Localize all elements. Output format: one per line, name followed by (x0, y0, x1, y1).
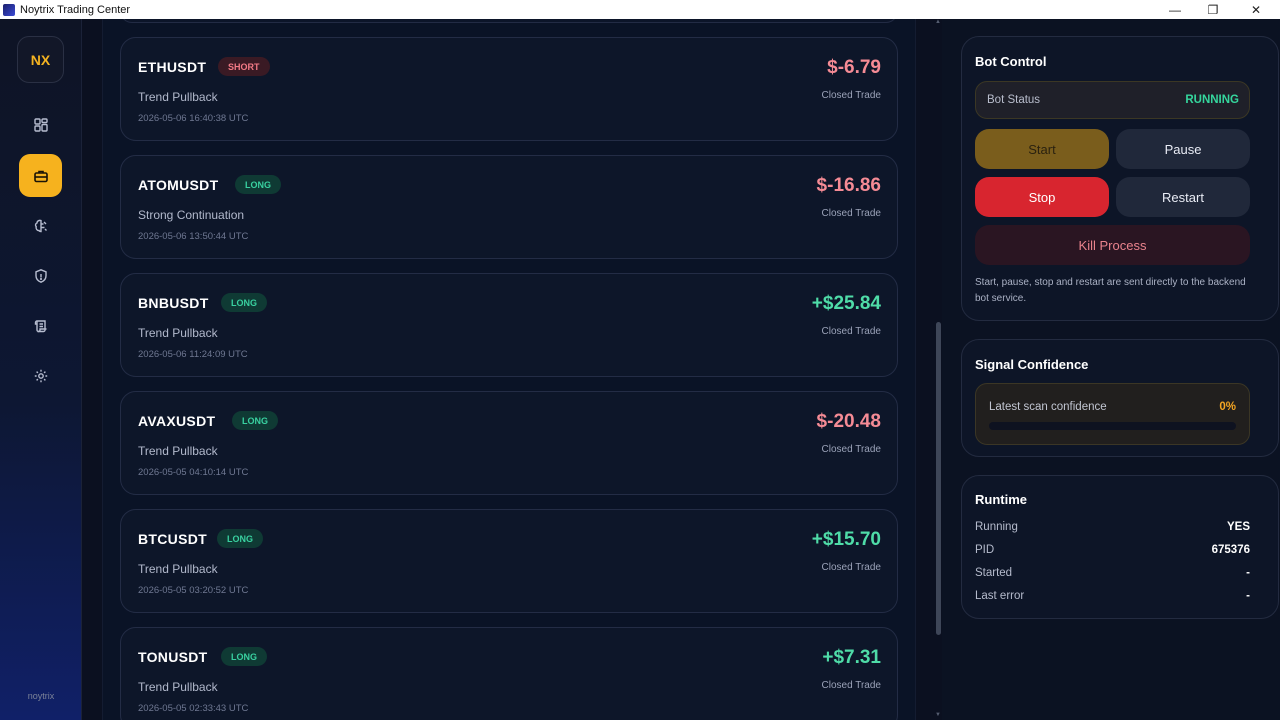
restore-button[interactable]: ❐ (1194, 0, 1232, 19)
title-bar: Noytrix Trading Center — ❐ ✕ (0, 0, 1280, 19)
trade-list[interactable]: ETHUSDT SHORT Trend Pullback 2026-05-06 … (102, 19, 916, 720)
runtime-key: PID (975, 544, 995, 556)
gear-icon (34, 369, 47, 382)
trade-pnl: $-6.79 (827, 57, 881, 78)
shield-icon (34, 268, 47, 283)
bot-control-card: Bot Control Bot Status RUNNING Start Pau… (961, 36, 1279, 321)
brand-footer: noytrix (27, 691, 55, 701)
nav-settings[interactable] (19, 354, 62, 397)
trade-card[interactable]: ATOMUSDT LONG Strong Continuation 2026-0… (120, 155, 898, 259)
side-badge: SHORT (218, 57, 270, 76)
nav-logs[interactable] (19, 304, 62, 347)
runtime-value: - (1246, 590, 1250, 602)
side-badge: LONG (221, 293, 267, 312)
trade-card[interactable]: ETHUSDT SHORT Trend Pullback 2026-05-06 … (120, 37, 898, 141)
trade-status: Closed Trade (821, 208, 881, 219)
trade-card[interactable]: AVAXUSDT LONG Trend Pullback 2026-05-05 … (120, 391, 898, 495)
trade-pnl: +$15.70 (811, 529, 881, 550)
trade-pnl: $-16.86 (816, 175, 881, 196)
trade-strategy: Trend Pullback (138, 90, 218, 104)
stop-button[interactable]: Stop (975, 177, 1109, 217)
runtime-value: - (1246, 567, 1250, 579)
trade-timestamp: 2026-05-05 02:33:43 UTC (138, 703, 249, 714)
grid-icon (33, 117, 48, 132)
trade-status: Closed Trade (821, 562, 881, 573)
trade-timestamp: 2026-05-05 03:20:52 UTC (138, 585, 249, 596)
right-panel: Bot Control Bot Status RUNNING Start Pau… (942, 19, 1280, 720)
briefcase-icon (33, 170, 48, 182)
trade-timestamp: 2026-05-05 04:10:14 UTC (138, 467, 249, 478)
pause-button[interactable]: Pause (1116, 129, 1250, 169)
nav-dashboard[interactable] (19, 103, 62, 146)
sidebar: NX noytrix (0, 19, 82, 720)
trade-card[interactable]: BTCUSDT LONG Trend Pullback 2026-05-05 0… (120, 509, 898, 613)
scroll-down-arrow[interactable]: ▼ (935, 712, 942, 719)
trade-pnl: +$25.84 (811, 293, 881, 314)
trade-pnl: +$7.31 (822, 647, 881, 668)
trade-strategy: Trend Pullback (138, 444, 218, 458)
trade-symbol: BNBUSDT (138, 295, 209, 311)
side-badge: LONG (221, 647, 267, 666)
nav-strategy[interactable] (19, 204, 62, 247)
runtime-value: YES (1226, 521, 1250, 533)
bot-status-label: Bot Status (987, 94, 1041, 106)
trade-timestamp: 2026-05-06 11:24:09 UTC (138, 349, 248, 360)
runtime-key: Running (975, 521, 1018, 533)
signal-confidence-card: Signal Confidence Latest scan confidence… (961, 339, 1279, 457)
side-badge: LONG (232, 411, 278, 430)
confidence-value: 0% (1219, 401, 1236, 413)
window-title: Noytrix Trading Center (20, 3, 131, 16)
brain-icon (34, 219, 47, 232)
trade-symbol: BTCUSDT (138, 531, 207, 547)
bot-control-title: Bot Control (975, 54, 1047, 69)
trade-symbol: ETHUSDT (138, 59, 207, 75)
runtime-title: Runtime (975, 492, 1027, 507)
scroll-up-arrow[interactable]: ▲ (935, 19, 942, 26)
trade-strategy: Trend Pullback (138, 680, 218, 694)
side-badge: LONG (217, 529, 263, 548)
runtime-key: Last error (975, 590, 1025, 602)
trade-timestamp: 2026-05-06 13:50:44 UTC (138, 231, 249, 242)
trade-card-partial (120, 19, 898, 23)
confidence-bar (989, 422, 1236, 430)
scroll-icon (34, 319, 46, 332)
bot-status-value: RUNNING (1185, 94, 1239, 106)
trade-card[interactable]: BNBUSDT LONG Trend Pullback 2026-05-06 1… (120, 273, 898, 377)
restart-button[interactable]: Restart (1116, 177, 1250, 217)
trade-symbol: AVAXUSDT (138, 413, 216, 429)
runtime-value: 675376 (1211, 544, 1250, 556)
trade-status: Closed Trade (821, 90, 881, 101)
trade-strategy: Trend Pullback (138, 326, 218, 340)
logo[interactable]: NX (17, 36, 64, 83)
trade-strategy: Strong Continuation (138, 208, 245, 222)
nav-trades[interactable] (19, 154, 62, 197)
app-icon (3, 3, 15, 16)
bot-control-note: Start, pause, stop and restart are sent … (975, 277, 1246, 304)
trade-status: Closed Trade (821, 326, 881, 337)
runtime-key: Started (975, 567, 1013, 579)
scrollbar-thumb[interactable] (936, 322, 941, 635)
confidence-box: Latest scan confidence 0% (975, 383, 1250, 445)
trade-symbol: TONUSDT (138, 649, 208, 665)
signal-confidence-title: Signal Confidence (975, 357, 1089, 372)
trade-pnl: $-20.48 (816, 411, 881, 432)
nav-security[interactable] (19, 254, 62, 297)
trade-status: Closed Trade (821, 444, 881, 455)
confidence-label: Latest scan confidence (989, 401, 1107, 413)
kill-process-button[interactable]: Kill Process (975, 225, 1250, 265)
trade-card[interactable]: TONUSDT LONG Trend Pullback 2026-05-05 0… (120, 627, 898, 720)
close-button[interactable]: ✕ (1232, 0, 1280, 19)
trade-strategy: Trend Pullback (138, 562, 218, 576)
trade-timestamp: 2026-05-06 16:40:38 UTC (138, 113, 249, 124)
side-badge: LONG (235, 175, 281, 194)
bot-status-box: Bot Status RUNNING (975, 81, 1250, 119)
trade-symbol: ATOMUSDT (138, 177, 219, 193)
trade-status: Closed Trade (821, 680, 881, 691)
minimize-button[interactable]: — (1156, 0, 1194, 19)
runtime-card: Runtime Running YES PID 675376 Started -… (961, 475, 1279, 619)
start-button[interactable]: Start (975, 129, 1109, 169)
